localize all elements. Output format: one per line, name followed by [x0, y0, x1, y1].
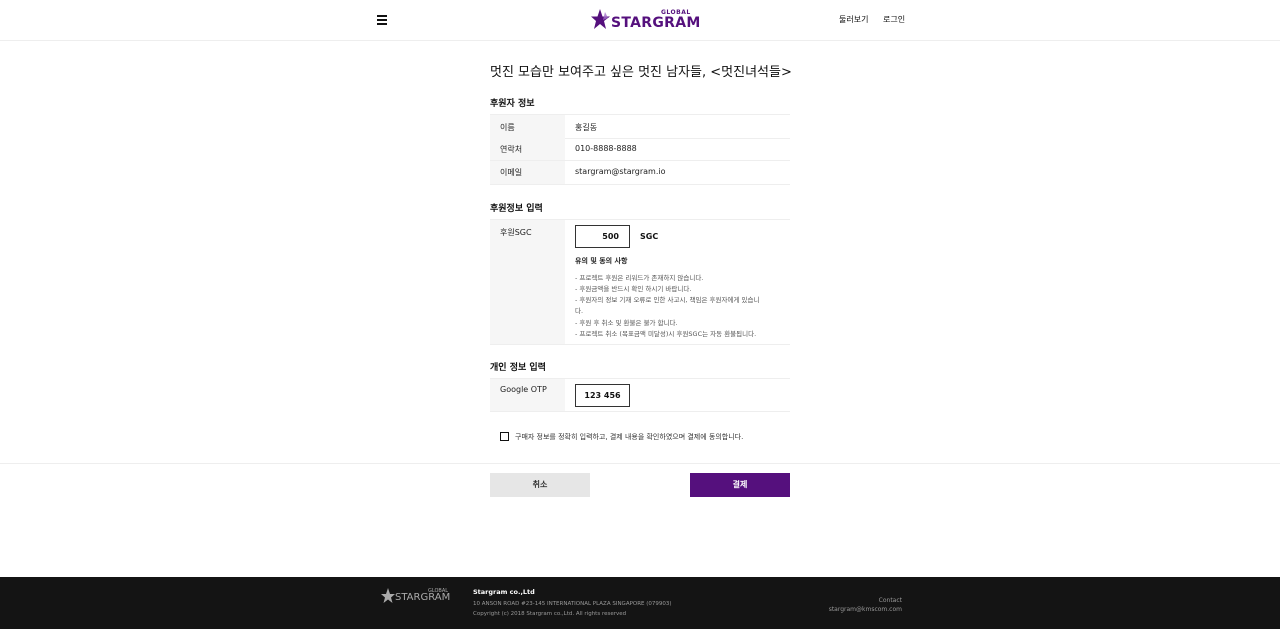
sgc-amount-input[interactable]: 500 — [575, 225, 630, 248]
divider — [0, 463, 1280, 464]
sgc-amount-value: 500 — [602, 232, 619, 241]
otp-value: 123 456 — [584, 391, 621, 400]
cancel-button[interactable]: 취소 — [490, 473, 590, 497]
footer-copyright: Copyright (c) 2018 Stargram co.,Ltd. All… — [473, 611, 627, 617]
notice-line: - 후원자의 정보 기재 오류로 인한 사고시, 책임은 후원자에게 있습니 — [575, 296, 760, 304]
notice-line: - 후원금액을 반드시 확인 하시기 바랍니다. — [575, 285, 692, 293]
agreement-text: 구매자 정보를 정확히 입력하고, 결제 내용을 확인하였으며 결제에 동의합니… — [515, 433, 744, 441]
stargram-logo[interactable]: GLOBAL STARGRAM — [591, 8, 700, 32]
sponsor-email-label: 이메일 — [500, 168, 523, 177]
logo-text: STARGRAM — [611, 15, 701, 31]
nav-browse-link[interactable]: 둘러보기 — [839, 14, 868, 25]
footer-company: Stargram co.,Ltd — [473, 588, 535, 596]
footer-logo-text: STARGRAM — [395, 592, 451, 603]
google-otp-input[interactable]: 123 456 — [575, 384, 630, 407]
sponsor-phone-label: 연락처 — [500, 145, 523, 154]
sponsor-phone-value: 010-8888-8888 — [575, 144, 637, 153]
footer-contact-email[interactable]: stargram@kmscom.com — [829, 606, 902, 613]
notice-line: - 후원 후 취소 및 환불은 불가 합니다. — [575, 319, 678, 327]
sponsor-info-title: 후원자 정보 — [490, 99, 535, 109]
sponsor-name-row: 이름 홍길동 — [490, 114, 790, 139]
row-label-cell: 후원SGC — [490, 220, 565, 344]
otp-label: Google OTP — [500, 385, 547, 394]
nav-login-link[interactable]: 로그인 — [883, 14, 905, 25]
row-label-cell: 이메일 — [490, 161, 565, 184]
notice-line: 다. — [575, 307, 584, 315]
sponsor-amount-row: 후원SGC 500 SGC 유의 및 동의 사항 - 프로젝트 후원은 리워드가… — [490, 219, 790, 345]
row-label-cell: 이름 — [490, 115, 565, 138]
footer: GLOBAL STARGRAM Stargram co.,Ltd 10 ANSO… — [0, 577, 1280, 629]
row-label-cell: 연락처 — [490, 138, 565, 160]
notice-title: 유의 및 동의 사항 — [575, 257, 628, 265]
personal-info-title: 개인 정보 입력 — [490, 363, 546, 373]
notice-line: - 프로젝트 취소 (목표금액 미달성)시 후원SGC는 자동 환불됩니다. — [575, 330, 757, 338]
row-label-cell: Google OTP — [490, 379, 565, 411]
page-title: 멋진 모습만 보여주고 싶은 멋진 남자들, <멋진녀석들> — [490, 65, 792, 80]
sponsor-name-label: 이름 — [500, 123, 515, 132]
otp-row: Google OTP 123 456 — [490, 378, 790, 412]
notice-line: - 프로젝트 후원은 리워드가 존재하지 않습니다. — [575, 274, 704, 282]
sponsor-name-value: 홍길동 — [575, 123, 598, 132]
footer-contact-label: Contact — [878, 597, 902, 604]
sponsor-amount-label: 후원SGC — [500, 228, 532, 237]
footer-star-icon — [381, 588, 395, 603]
hamburger-menu-icon[interactable] — [377, 15, 387, 25]
footer-address: 10 ANSON ROAD #23-145 INTERNATIONAL PLAZ… — [473, 601, 672, 607]
sgc-unit: SGC — [640, 232, 659, 241]
agreement-checkbox[interactable] — [500, 432, 509, 441]
sponsor-email-value: stargram@stargram.io — [575, 167, 666, 176]
pay-button[interactable]: 결제 — [690, 473, 790, 497]
sponsor-email-row: 이메일 stargram@stargram.io — [490, 161, 790, 185]
header: GLOBAL STARGRAM 둘러보기 로그인 — [0, 0, 1280, 41]
sponsor-input-title: 후원정보 입력 — [490, 204, 543, 214]
sponsor-phone-row: 연락처 010-8888-8888 — [490, 138, 790, 161]
